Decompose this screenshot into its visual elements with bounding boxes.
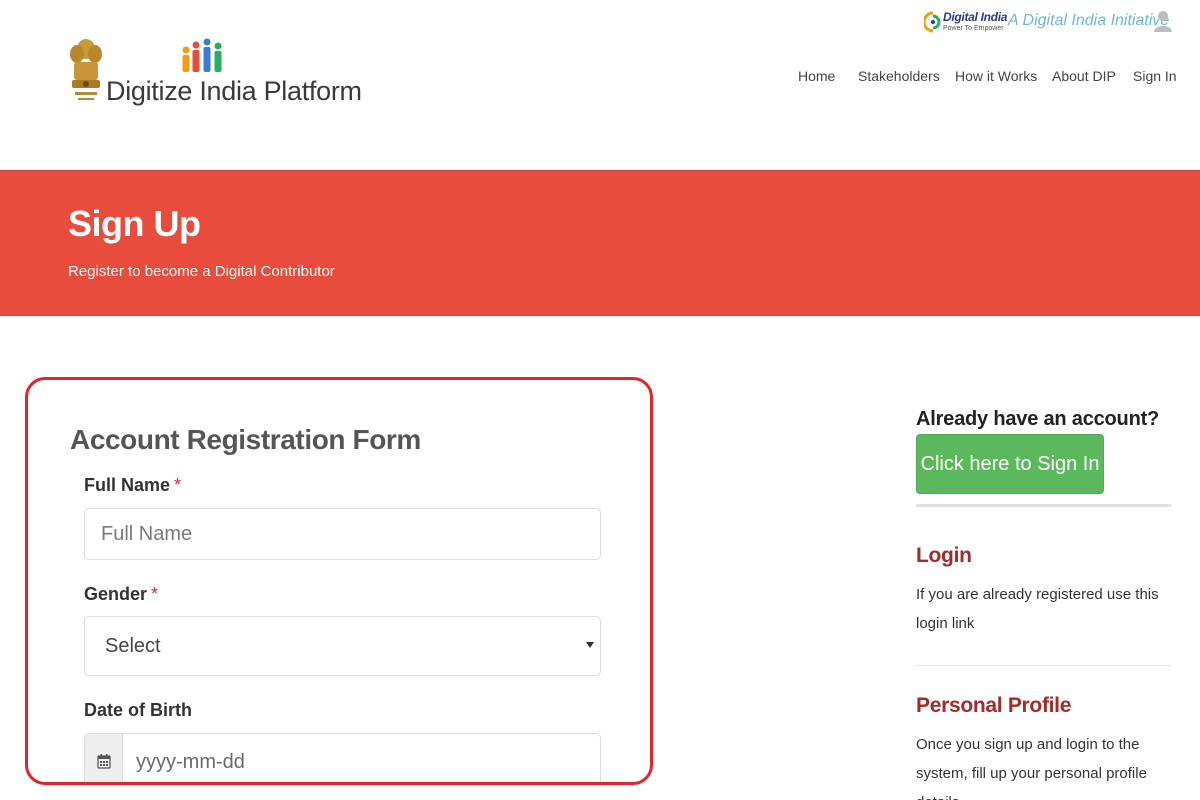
gender-select[interactable]: Select [84,616,601,676]
site-header: Digitize India Platform Digital India Po… [0,0,1200,170]
nav-stakeholders[interactable]: Stakeholders [858,68,940,84]
personal-profile-heading: Personal Profile [916,694,1072,717]
digital-india-initiative: A Digital India Initiative [1008,12,1170,29]
personal-profile-text: Once you sign up and login to the system… [916,736,1147,800]
digital-india-logo-icon [924,11,941,33]
login-text: If you are already registered use this l… [916,586,1159,632]
full-name-label: Full Name * [84,475,181,496]
form-title: Account Registration Form [70,424,421,455]
digital-india-name: Digital India [943,10,1008,24]
calendar-addon[interactable] [85,734,123,782]
page-title: Sign Up [68,203,201,244]
nav-sign-in[interactable]: Sign In [1133,68,1177,84]
dob-field [84,733,601,782]
main-nav: Home Stakeholders How it Works About DIP… [0,68,1200,88]
dob-label: Date of Birth [84,700,192,720]
required-marker: * [174,475,182,495]
nav-how-it-works[interactable]: How it Works [955,68,1037,84]
full-name-label-text: Full Name [84,475,171,495]
gender-select-value: Select [105,635,161,657]
divider [916,504,1171,507]
login-heading: Login [916,544,972,567]
required-marker: * [151,584,159,604]
full-name-input[interactable] [84,508,601,560]
gender-label-text: Gender [84,584,148,604]
nav-about-dip[interactable]: About DIP [1052,68,1116,84]
registration-form-card: Account Registration Form Full Name* Gen… [25,377,653,785]
page-banner: Sign Up Register to become a Digital Con… [0,170,1200,316]
sign-in-button[interactable]: Click here to Sign In [916,434,1104,494]
sidebar: Already have an account? Click here to S… [916,404,1171,800]
gender-label: Gender * [84,584,158,605]
calendar-icon [97,754,111,769]
sidebar-question: Already have an account? [916,408,1160,430]
digital-india-brand[interactable]: Digital India Power To Empower [924,8,1008,38]
user-icon[interactable] [1153,10,1173,32]
nav-home[interactable]: Home [798,68,835,84]
digital-india-tagline: Power To Empower [943,25,1004,32]
page-subtitle: Register to become a Digital Contributor [68,263,335,280]
divider [916,665,1171,666]
chevron-down-icon [586,642,594,648]
dob-input[interactable] [124,734,594,782]
